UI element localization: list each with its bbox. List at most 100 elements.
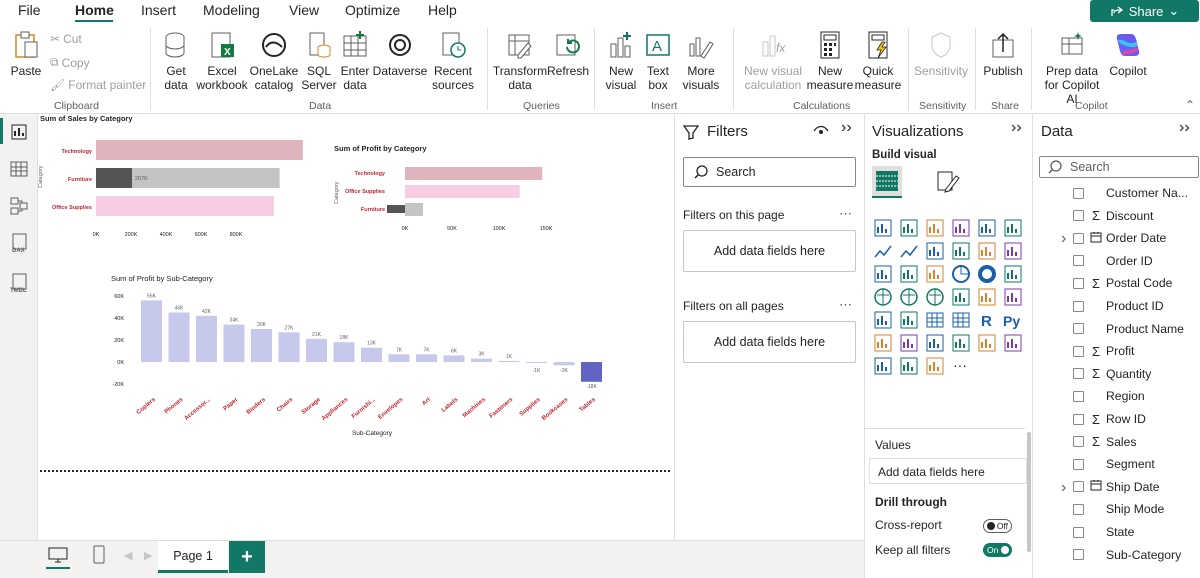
more-options-icon[interactable]: ⋯ (839, 206, 852, 222)
paginated-report-icon[interactable] (977, 333, 997, 353)
field-item[interactable]: Σ Discount (1073, 206, 1153, 226)
gauge-icon[interactable] (951, 287, 971, 307)
prep-data-copilot-button[interactable]: Prep data for Copilot AI (1038, 28, 1106, 106)
field-checkbox[interactable] (1073, 210, 1084, 222)
new-measure-button[interactable]: New measure (807, 28, 853, 92)
collapse-ribbon-icon[interactable]: ⌃ (1185, 98, 1195, 112)
field-item[interactable]: Customer Na... (1073, 183, 1188, 203)
excel-workbook-button[interactable]: X Excel workbook (194, 28, 250, 92)
table-view-icon[interactable] (9, 159, 29, 179)
publish-button[interactable]: Publish (982, 28, 1024, 78)
new-visual-calculation-button[interactable]: fx New visual calculation (742, 28, 804, 92)
kpi-icon[interactable] (873, 310, 893, 330)
decomposition-tree-icon[interactable] (899, 333, 919, 353)
line-chart-icon[interactable] (873, 241, 893, 261)
field-checkbox[interactable] (1073, 526, 1084, 538)
onelake-catalog-button[interactable]: OneLake catalog (250, 28, 298, 92)
data-search-input[interactable]: Search (1039, 156, 1199, 178)
menu-modeling[interactable]: Modeling (203, 2, 260, 18)
field-item[interactable]: Order ID (1073, 251, 1153, 271)
collapse-visualizations-icon[interactable]: ›› (1011, 119, 1022, 137)
menu-insert[interactable]: Insert (141, 2, 176, 18)
pie-chart-icon[interactable] (951, 264, 971, 284)
field-item[interactable]: Σ Postal Code (1073, 273, 1172, 293)
menu-file[interactable]: File (18, 2, 41, 18)
field-item[interactable]: State (1073, 522, 1134, 542)
cut-button[interactable]: ✂ Cut (50, 32, 82, 46)
sensitivity-button[interactable]: Sensitivity (914, 28, 968, 78)
r-visual-icon[interactable]: R (977, 310, 997, 330)
build-visual-tab[interactable] (872, 166, 902, 196)
key-influencers-icon[interactable] (873, 333, 893, 353)
transform-data-button[interactable]: Transform data (493, 28, 547, 92)
field-checkbox[interactable] (1073, 277, 1084, 289)
qa-icon[interactable] (925, 333, 945, 353)
ribbon-chart-icon[interactable] (951, 241, 971, 261)
field-item[interactable]: Region (1073, 386, 1145, 406)
recent-sources-button[interactable]: Recent sources (428, 28, 478, 92)
get-data-button[interactable]: Get data (156, 28, 196, 92)
field-checkbox[interactable] (1073, 323, 1084, 335)
field-item[interactable]: Σ Profit (1073, 341, 1134, 361)
keep-filters-toggle[interactable]: On (983, 543, 1012, 557)
add-page-button[interactable]: + (229, 541, 265, 573)
field-checkbox[interactable] (1073, 413, 1084, 425)
line-stacked-column-icon[interactable] (873, 264, 893, 284)
expand-chevron-icon[interactable]: › (1061, 479, 1066, 497)
sql-server-button[interactable]: SQL Server (301, 28, 337, 92)
report-view-icon[interactable] (9, 122, 29, 142)
collapse-filters-icon[interactable]: ›› (841, 119, 852, 137)
next-page-icon[interactable]: ▶ (144, 549, 152, 562)
menu-optimize[interactable]: Optimize (345, 2, 400, 18)
smart-narrative-icon[interactable] (951, 333, 971, 353)
field-item[interactable]: Ship Mode (1073, 499, 1164, 519)
donut-chart-icon[interactable] (977, 264, 997, 284)
all-pages-filter-drop-zone[interactable]: Add data fields here (683, 321, 856, 363)
field-checkbox[interactable] (1073, 436, 1084, 448)
format-painter-button[interactable]: 🖌 Format painter (50, 78, 146, 92)
filters-search-input[interactable]: Search (683, 157, 856, 187)
clustered-bar-icon[interactable] (925, 218, 945, 238)
filled-map-icon[interactable] (899, 287, 919, 307)
refresh-button[interactable]: Refresh (547, 28, 589, 78)
model-view-icon[interactable] (9, 196, 29, 216)
multi-row-card-icon[interactable] (1003, 287, 1023, 307)
field-checkbox[interactable] (1073, 368, 1084, 380)
expand-chevron-icon[interactable]: › (1061, 230, 1066, 248)
paste-button[interactable]: Paste (8, 28, 44, 78)
100-stacked-bar-icon[interactable] (977, 218, 997, 238)
field-item[interactable]: Ship Date (1073, 477, 1160, 497)
line-clustered-column-icon[interactable] (1003, 241, 1023, 261)
power-automate-icon[interactable] (899, 356, 919, 376)
format-visual-icon[interactable] (936, 169, 962, 193)
copy-button[interactable]: ⧉ Copy (50, 55, 90, 70)
matrix-icon[interactable] (951, 310, 971, 330)
scrollbar[interactable] (1027, 432, 1031, 552)
stacked-column-icon[interactable] (899, 218, 919, 238)
field-checkbox[interactable] (1073, 458, 1084, 470)
page-filter-drop-zone[interactable]: Add data fields here (683, 230, 856, 272)
clustered-column-icon[interactable] (951, 218, 971, 238)
field-item[interactable]: Σ Row ID (1073, 409, 1146, 429)
tmdl-view-icon[interactable]: TMDL (9, 272, 31, 294)
field-checkbox[interactable] (1073, 187, 1084, 199)
field-item[interactable]: Product ID (1073, 296, 1164, 316)
menu-help[interactable]: Help (428, 2, 457, 18)
metrics-icon[interactable] (925, 356, 945, 376)
field-checkbox[interactable] (1073, 390, 1084, 402)
previous-page-icon[interactable]: ◀ (124, 549, 132, 562)
quick-measure-button[interactable]: Quick measure (855, 28, 901, 92)
field-checkbox[interactable] (1073, 232, 1084, 244)
slicer-icon[interactable] (899, 310, 919, 330)
collapse-data-icon[interactable]: ›› (1179, 119, 1190, 137)
python-visual-icon[interactable]: Py (1003, 310, 1023, 330)
text-box-button[interactable]: A Text box (644, 28, 672, 92)
field-item[interactable]: Sub-Category (1073, 545, 1181, 565)
eye-icon[interactable] (813, 125, 829, 137)
scatter-chart-icon[interactable] (925, 264, 945, 284)
field-item[interactable]: Segment (1073, 454, 1155, 474)
copilot-button[interactable]: Copilot (1106, 28, 1150, 78)
funnel-chart-icon[interactable] (899, 264, 919, 284)
treemap-icon[interactable] (1003, 264, 1023, 284)
more-visuals-icon[interactable]: ··· (951, 356, 971, 376)
